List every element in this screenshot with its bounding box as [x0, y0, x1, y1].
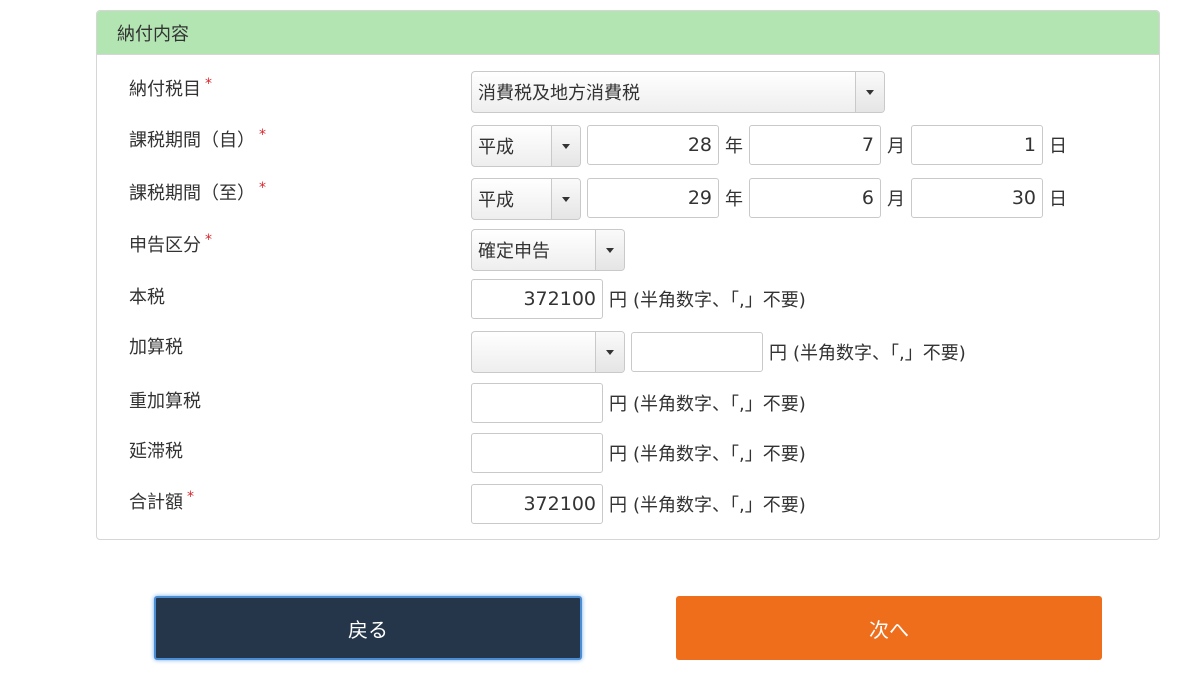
row-additional-tax: 加算税 円 (半角数字、「,」不要) [97, 331, 1159, 379]
chevron-down-icon[interactable] [595, 332, 624, 372]
declaration-type-label-text: 申告区分 [129, 235, 201, 256]
day-unit: 日 [1049, 189, 1067, 210]
period-from-era-select[interactable]: 平成 [471, 125, 581, 167]
total-label: 合計額 * [129, 488, 194, 514]
year-unit: 年 [725, 189, 743, 210]
chevron-down-icon[interactable] [551, 179, 580, 219]
total-input[interactable]: 372100 [471, 484, 603, 524]
heavy-additional-tax-label: 重加算税 [129, 391, 201, 412]
period-from-month-input[interactable]: 7 [749, 125, 881, 165]
month-unit: 月 [887, 136, 905, 157]
principal-tax-field: 372100 円 (半角数字、「,」不要) [471, 279, 806, 319]
row-period-from: 課税期間（自） * 平成 28 年 7 月 1 日 [97, 124, 1159, 170]
back-button[interactable]: 戻る [154, 596, 582, 660]
delinquency-tax-label: 延滞税 [129, 441, 183, 462]
period-to-month-input[interactable]: 6 [749, 178, 881, 218]
principal-tax-input[interactable]: 372100 [471, 279, 603, 319]
additional-tax-field: 円 (半角数字、「,」不要) [471, 331, 966, 373]
chevron-down-icon[interactable] [595, 230, 624, 270]
row-declaration-type: 申告区分 * 確定申告 [97, 229, 1159, 275]
yen-unit: 円 [609, 495, 627, 516]
tax-item-select[interactable]: 消費税及地方消費税 [471, 71, 885, 113]
heavy-additional-tax-field: 円 (半角数字、「,」不要) [471, 383, 806, 423]
declaration-type-label: 申告区分 * [129, 231, 212, 257]
required-mark: * [205, 76, 212, 92]
principal-tax-label: 本税 [129, 287, 165, 308]
year-unit: 年 [725, 136, 743, 157]
period-from-label: 課税期間（自） * [129, 126, 266, 152]
total-field: 372100 円 (半角数字、「,」不要) [471, 484, 806, 524]
additional-tax-select[interactable] [471, 331, 625, 373]
yen-unit: 円 [609, 394, 627, 415]
total-label-text: 合計額 [129, 492, 183, 513]
tax-item-select-value: 消費税及地方消費税 [478, 83, 640, 104]
period-to-era-value: 平成 [478, 190, 514, 211]
yen-unit: 円 [609, 290, 627, 311]
payment-details-panel: 納付内容 納付税目 * 消費税及地方消費税 課税期間（自） * 平成 28 年 7 … [96, 10, 1160, 540]
tax-item-label: 納付税目 * [129, 75, 212, 101]
input-note: (半角数字、「,」不要) [633, 444, 806, 465]
declaration-type-select-value: 確定申告 [478, 241, 550, 262]
period-to-year-input[interactable]: 29 [587, 178, 719, 218]
row-total: 合計額 * 372100 円 (半角数字、「,」不要) [97, 484, 1159, 534]
declaration-type-field: 確定申告 [471, 229, 625, 271]
period-to-field: 平成 29 年 6 月 30 日 [471, 176, 1073, 220]
period-to-label: 課税期間（至） * [129, 179, 266, 205]
heavy-additional-tax-input[interactable] [471, 383, 603, 423]
input-note: (半角数字、「,」不要) [633, 290, 806, 311]
tax-item-field: 消費税及地方消費税 [471, 71, 885, 113]
row-delinquency-tax: 延滞税 円 (半角数字、「,」不要) [97, 433, 1159, 483]
period-to-label-text: 課税期間（至） [129, 183, 255, 204]
row-principal-tax: 本税 372100 円 (半角数字、「,」不要) [97, 279, 1159, 329]
required-mark: * [187, 489, 194, 505]
required-mark: * [259, 127, 266, 143]
period-from-label-text: 課税期間（自） [129, 130, 255, 151]
row-heavy-additional-tax: 重加算税 円 (半角数字、「,」不要) [97, 383, 1159, 433]
chevron-down-icon[interactable] [551, 126, 580, 166]
panel-title: 納付内容 [97, 11, 1159, 55]
period-from-era-value: 平成 [478, 137, 514, 158]
day-unit: 日 [1049, 136, 1067, 157]
period-from-year-input[interactable]: 28 [587, 125, 719, 165]
row-tax-item: 納付税目 * 消費税及地方消費税 [97, 71, 1159, 119]
delinquency-tax-field: 円 (半角数字、「,」不要) [471, 433, 806, 473]
additional-tax-label: 加算税 [129, 337, 183, 358]
period-to-era-select[interactable]: 平成 [471, 178, 581, 220]
next-button[interactable]: 次へ [676, 596, 1102, 660]
period-from-day-input[interactable]: 1 [911, 125, 1043, 165]
declaration-type-select[interactable]: 確定申告 [471, 229, 625, 271]
input-note: (半角数字、「,」不要) [633, 394, 806, 415]
input-note: (半角数字、「,」不要) [633, 495, 806, 516]
yen-unit: 円 [769, 343, 787, 364]
additional-tax-input[interactable] [631, 332, 763, 372]
required-mark: * [205, 232, 212, 248]
yen-unit: 円 [609, 444, 627, 465]
required-mark: * [259, 180, 266, 196]
row-period-to: 課税期間（至） * 平成 29 年 6 月 30 日 [97, 177, 1159, 223]
period-to-day-input[interactable]: 30 [911, 178, 1043, 218]
delinquency-tax-input[interactable] [471, 433, 603, 473]
month-unit: 月 [887, 189, 905, 210]
chevron-down-icon[interactable] [855, 72, 884, 112]
input-note: (半角数字、「,」不要) [793, 343, 966, 364]
period-from-field: 平成 28 年 7 月 1 日 [471, 123, 1073, 167]
tax-item-label-text: 納付税目 [129, 79, 201, 100]
